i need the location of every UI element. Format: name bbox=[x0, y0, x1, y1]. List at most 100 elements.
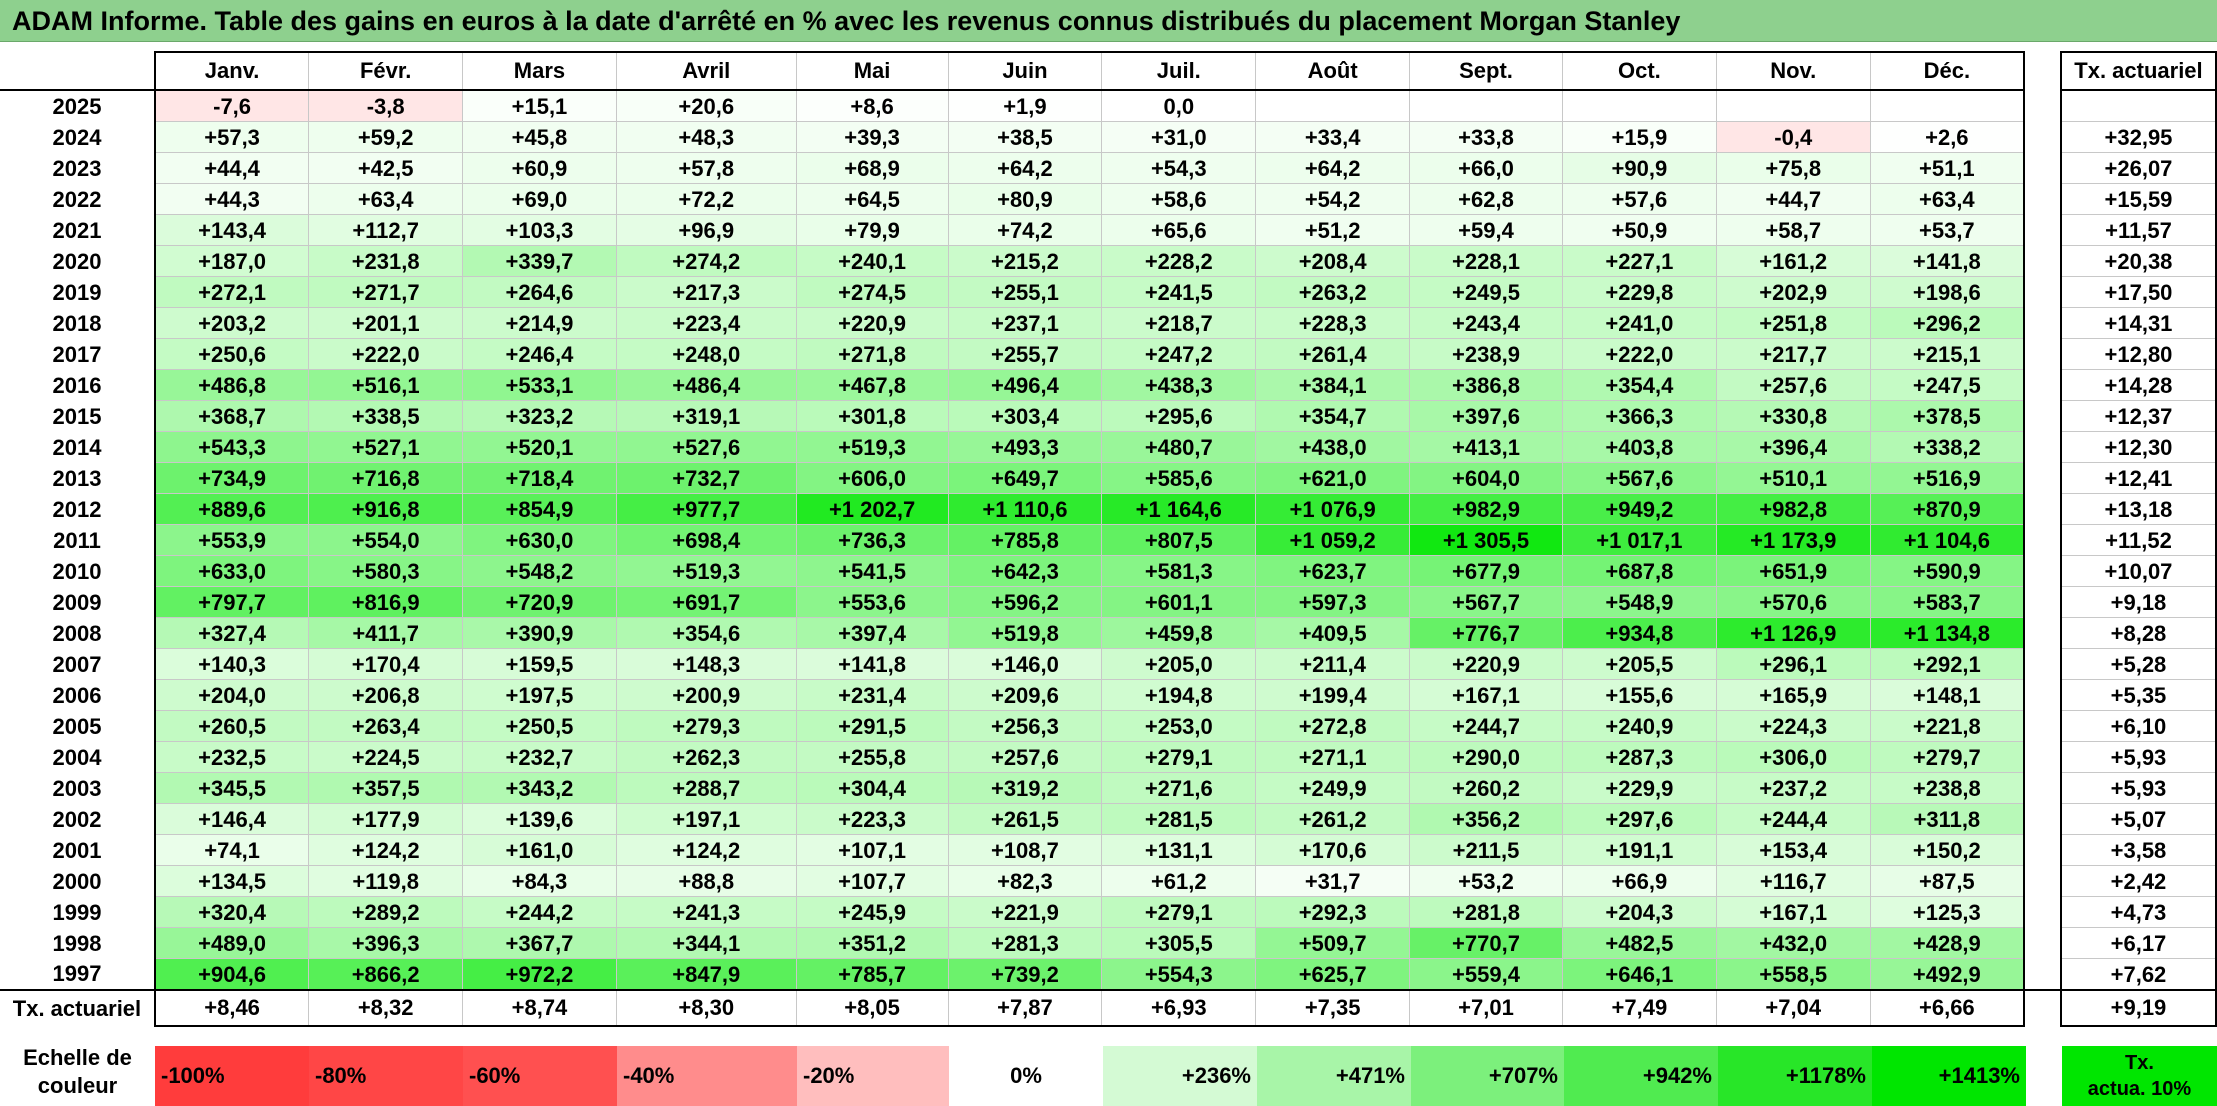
value-cell: +621,0 bbox=[1255, 462, 1411, 494]
value-cell: +493,3 bbox=[947, 431, 1103, 463]
year-cell: 2019 bbox=[0, 276, 156, 308]
value-cell: -7,6 bbox=[153, 89, 310, 122]
year-cell: 2000 bbox=[0, 865, 156, 897]
table-row: 2002 +146,4 +177,9 +139,6 +197,1 +223,3 +261,5… bbox=[0, 803, 2217, 835]
value-cell: +256,3 bbox=[947, 710, 1103, 742]
column-gap bbox=[2024, 927, 2061, 959]
value-cell: +489,0 bbox=[153, 927, 310, 959]
column-gap bbox=[2024, 369, 2061, 401]
value-cell: +977,7 bbox=[615, 493, 797, 525]
table-row: 2012 +889,6 +916,8 +854,9 +977,7 +1 202,7 +1 1… bbox=[0, 493, 2217, 525]
value-cell: +543,3 bbox=[153, 431, 310, 463]
year-cell: 2008 bbox=[0, 617, 156, 649]
year-cell: 2017 bbox=[0, 338, 156, 370]
value-cell: +718,4 bbox=[462, 462, 617, 494]
value-cell: +1 305,5 bbox=[1409, 524, 1563, 556]
value-cell: +1 017,1 bbox=[1561, 524, 1717, 556]
value-cell: +354,7 bbox=[1255, 400, 1411, 432]
value-cell: +15,1 bbox=[462, 89, 617, 122]
color-scale-step: +942% bbox=[1564, 1046, 1718, 1106]
totals-cell: +7,49 bbox=[1561, 989, 1717, 1027]
value-cell: +15,9 bbox=[1561, 121, 1717, 153]
value-cell: +159,5 bbox=[462, 648, 617, 680]
value-cell: +20,6 bbox=[615, 89, 797, 122]
tx-actuariel-cell: +12,37 bbox=[2059, 400, 2217, 432]
value-cell: +1 173,9 bbox=[1715, 524, 1871, 556]
value-cell: +482,5 bbox=[1561, 927, 1717, 959]
year-cell: 2013 bbox=[0, 462, 156, 494]
value-cell: +428,9 bbox=[1869, 927, 2026, 959]
color-scale-step: +1413% bbox=[1872, 1046, 2026, 1106]
value-cell: +296,1 bbox=[1715, 648, 1871, 680]
tx-actuariel-cell: +9,18 bbox=[2059, 586, 2217, 618]
value-cell: +215,1 bbox=[1869, 338, 2026, 370]
value-cell: +146,4 bbox=[153, 803, 310, 835]
month-header: Nov. bbox=[1715, 51, 1871, 91]
value-cell: +8,6 bbox=[795, 89, 949, 122]
value-cell: +264,6 bbox=[462, 276, 617, 308]
value-cell: +296,2 bbox=[1869, 307, 2026, 339]
value-cell: +1 104,6 bbox=[1869, 524, 2026, 556]
tx-actuariel-cell: +12,30 bbox=[2059, 431, 2217, 463]
value-cell: +69,0 bbox=[462, 183, 617, 215]
value-cell: +866,2 bbox=[308, 958, 464, 991]
value-cell: +148,3 bbox=[615, 648, 797, 680]
table-row: 2001 +74,1 +124,2 +161,0 +124,2 +107,1 +108,7 +… bbox=[0, 834, 2217, 866]
value-cell: +248,0 bbox=[615, 338, 797, 370]
value-cell: +204,3 bbox=[1561, 896, 1717, 928]
value-cell: +583,7 bbox=[1869, 586, 2026, 618]
report-title: ADAM Informe. Table des gains en euros à… bbox=[0, 0, 2217, 42]
year-cell: 2015 bbox=[0, 400, 156, 432]
value-cell: -3,8 bbox=[308, 89, 464, 122]
tx-actuariel-cell: +10,07 bbox=[2059, 555, 2217, 587]
value-cell: +459,8 bbox=[1101, 617, 1257, 649]
value-cell: +31,0 bbox=[1101, 121, 1257, 153]
value-cell: +438,3 bbox=[1101, 369, 1257, 401]
value-cell: +1 126,9 bbox=[1715, 617, 1871, 649]
tx-actuariel-header: Tx. actuariel bbox=[2059, 51, 2217, 91]
tx-actuariel-cell: +5,93 bbox=[2059, 741, 2217, 773]
value-cell: +1 059,2 bbox=[1255, 524, 1411, 556]
value-cell: +161,2 bbox=[1715, 245, 1871, 277]
value-cell: +785,8 bbox=[947, 524, 1103, 556]
year-cell: 2001 bbox=[0, 834, 156, 866]
value-cell: +597,3 bbox=[1255, 586, 1411, 618]
table-row: 1999 +320,4 +289,2 +244,2 +241,3 +245,9 +221,9… bbox=[0, 896, 2217, 928]
value-cell: +519,3 bbox=[795, 431, 949, 463]
value-cell: +199,4 bbox=[1255, 679, 1411, 711]
value-cell: +486,8 bbox=[153, 369, 310, 401]
value-cell: +214,9 bbox=[462, 307, 617, 339]
color-scale-step: +1178% bbox=[1718, 1046, 1872, 1106]
tx-actuariel-cell: +5,93 bbox=[2059, 772, 2217, 804]
value-cell: +191,1 bbox=[1561, 834, 1717, 866]
value-cell: +596,2 bbox=[947, 586, 1103, 618]
tx-actuariel-cell: +17,50 bbox=[2059, 276, 2217, 308]
value-cell: +245,9 bbox=[795, 896, 949, 928]
value-cell: +486,4 bbox=[615, 369, 797, 401]
tx-actuariel-cell: +20,38 bbox=[2059, 245, 2217, 277]
column-gap bbox=[2024, 679, 2061, 711]
value-cell: +59,4 bbox=[1409, 214, 1563, 246]
value-cell: +88,8 bbox=[615, 865, 797, 897]
totals-cell: +8,32 bbox=[308, 989, 464, 1027]
month-header: Août bbox=[1255, 51, 1411, 91]
value-cell: +68,9 bbox=[795, 152, 949, 184]
value-cell: +330,8 bbox=[1715, 400, 1871, 432]
value-cell: +260,2 bbox=[1409, 772, 1563, 804]
value-cell: +170,4 bbox=[308, 648, 464, 680]
value-cell: +287,3 bbox=[1561, 741, 1717, 773]
value-cell: +84,3 bbox=[462, 865, 617, 897]
value-cell: +580,3 bbox=[308, 555, 464, 587]
table-row: 2004 +232,5 +224,5 +232,7 +262,3 +255,8 +257,6… bbox=[0, 741, 2217, 773]
column-gap bbox=[2024, 803, 2061, 835]
year-cell: 2016 bbox=[0, 369, 156, 401]
value-cell bbox=[1561, 89, 1717, 122]
value-cell: +279,7 bbox=[1869, 741, 2026, 773]
value-cell: +205,5 bbox=[1561, 648, 1717, 680]
value-cell: +231,4 bbox=[795, 679, 949, 711]
month-header: Juin bbox=[947, 51, 1103, 91]
tx-actuariel-cell: +12,80 bbox=[2059, 338, 2217, 370]
totals-cell: +8,30 bbox=[615, 989, 797, 1027]
value-cell: +240,9 bbox=[1561, 710, 1717, 742]
value-cell: +438,0 bbox=[1255, 431, 1411, 463]
